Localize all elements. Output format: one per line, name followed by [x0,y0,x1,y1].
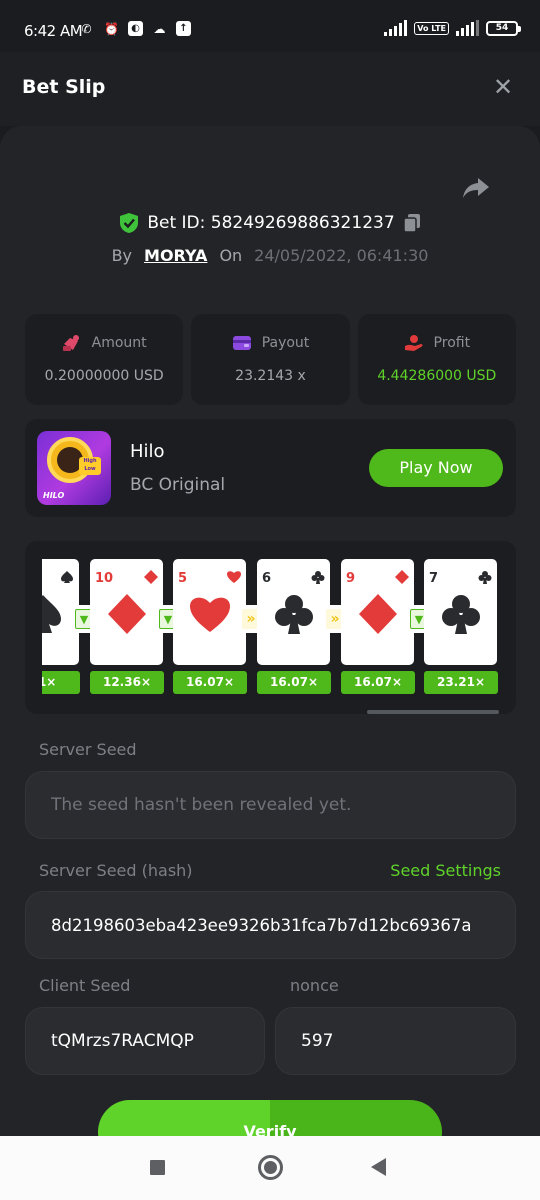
signal-icon [384,20,408,36]
verify-button[interactable]: Verify [98,1100,442,1136]
playing-card: 9 [341,559,414,665]
playing-card: 5 [173,559,246,665]
bet-date: 24/05/2022, 06:41:30 [254,246,429,265]
username-link[interactable]: MORYA [144,246,207,265]
alarm-icon: ⏰ [104,21,119,36]
server-seed-value: The seed hasn't been revealed yet. [51,795,352,815]
cloud-icon: ☁ [153,21,166,36]
shield-check-icon [120,213,139,233]
stat-payout: Payout 23.2143 x [191,314,350,405]
stat-profit-label: Profit [433,335,471,351]
heart-icon [190,597,230,632]
wallet-icon [232,336,251,350]
status-system-icons: Vo LTE 54 [384,20,521,36]
share-icon[interactable] [462,176,490,200]
diamond-icon [144,570,158,584]
club-icon [478,571,492,584]
card-rank: 9 [346,571,356,586]
client-seed-label: Client Seed [39,976,131,995]
stat-profit-value: 4.44286000 USD [377,368,497,384]
play-now-button[interactable]: Play Now [369,449,503,487]
multiplier-badge: 16.07× [257,671,331,694]
multiplier-badge: 16.07× [341,671,415,694]
status-time: 6:42 AM [24,22,83,40]
card-history-track[interactable]: 51× ▼ 10 12.36× ▼ 5 16.07× » 6 [42,559,498,699]
diamond-icon [395,570,409,584]
card-history[interactable]: 51× ▼ 10 12.36× ▼ 5 16.07× » 6 [25,541,516,714]
call-muted-icon: ✆ [81,21,92,36]
bet-slip-header: Bet Slip ✕ [0,52,540,126]
spade-icon [42,595,61,633]
game-thumbnail[interactable]: High Low HILO [37,431,111,505]
stat-amount: Amount 0.20000000 USD [25,314,184,405]
bet-id: Bet ID: 58249269886321237 [147,213,395,233]
game-card: High Low HILO Hilo BC Original Play Now [25,419,516,517]
card-rank: 10 [95,571,114,586]
playing-card: 10 [90,559,163,665]
stat-amount-value: 0.20000000 USD [44,368,164,384]
bet-stats: Amount 0.20000000 USD Payout 23.2143 x P… [25,314,516,405]
signal-4g-icon [456,20,479,36]
stat-amount-label: Amount [91,335,147,351]
heart-icon [227,571,241,583]
card-rank: 5 [178,571,188,586]
diamond-icon [108,594,146,634]
club-icon [442,595,480,634]
status-bar: 6:42 AM ✆ ⏰ ◐ ☁ ↑ Vo LTE 54 [0,0,540,52]
page-title: Bet Slip [22,76,106,98]
server-seed-field[interactable]: The seed hasn't been revealed yet. [25,771,516,839]
game-name: Hilo [130,441,165,462]
client-seed-value: tQMrzs7RACMQP [51,1031,194,1051]
seed-settings-link[interactable]: Seed Settings [390,861,501,880]
server-seed-hash-label: Server Seed (hash) [39,861,193,880]
by-label: By [111,246,133,265]
upload-icon: ↑ [176,21,191,36]
copy-icon[interactable] [402,213,421,233]
money-hand-icon [62,335,79,351]
card-history-scrollbar[interactable] [367,710,499,714]
card-rank: 7 [429,571,439,586]
nonce-label: nonce [290,976,339,995]
status-notification-icons: ✆ ⏰ ◐ ☁ ↑ [78,20,191,37]
app-notification-icon: ◐ [128,21,143,36]
profit-hand-icon [404,335,423,351]
stat-payout-value: 23.2143 x [235,368,306,384]
playing-card: 6 [257,559,330,665]
card-rank: 6 [262,571,272,586]
game-provider: BC Original [130,475,226,495]
thumb-label: HILO [43,491,65,500]
nonce-value: 597 [301,1031,334,1051]
close-icon[interactable]: ✕ [490,74,516,100]
thumb-tag: High Low [79,457,101,475]
spade-icon [61,571,73,583]
verify-label: Verify [243,1122,297,1136]
multiplier-badge: 12.36× [90,671,164,694]
server-seed-label: Server Seed [39,740,137,759]
client-seed-field[interactable]: tQMrzs7RACMQP [25,1007,265,1075]
on-label: On [219,246,243,265]
recents-icon[interactable] [150,1160,165,1175]
server-seed-hash-field[interactable]: 8d2198603eba423ee9326b31fca7b7d12bc69367… [25,891,516,959]
multiplier-badge: 16.07× [173,671,247,694]
multiplier-badge: 51× [42,671,80,694]
club-icon [275,595,313,634]
bet-detail-panel: Bet ID: 58249269886321237 By MORYA On 24… [0,126,540,1136]
diamond-icon [359,594,397,634]
system-nav-bar [0,1136,540,1200]
battery-icon: 54 [486,20,521,36]
stat-payout-label: Payout [261,335,310,351]
back-icon[interactable] [371,1158,386,1176]
bet-author-row: By MORYA On 24/05/2022, 06:41:30 [0,246,540,265]
volte-badge: Vo LTE [414,21,449,35]
home-icon[interactable] [258,1155,283,1180]
playing-card: 7 [424,559,497,665]
club-icon [311,571,325,584]
bet-id-row: Bet ID: 58249269886321237 [0,212,540,234]
nonce-field[interactable]: 597 [275,1007,516,1075]
stat-profit: Profit 4.44286000 USD [357,314,516,405]
server-seed-hash-value: 8d2198603eba423ee9326b31fca7b7d12bc69367… [51,915,472,935]
multiplier-badge: 23.21× [424,671,498,694]
